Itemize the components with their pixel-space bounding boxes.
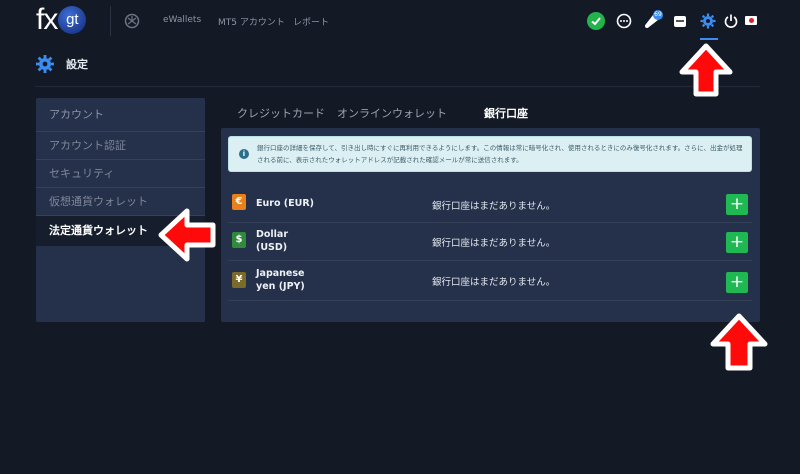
tab-online-wallet[interactable]: オンラインウォレット — [337, 105, 447, 121]
logo-fx-text: fx — [36, 3, 58, 36]
bank-account-status: 銀行口座はまだありません。 — [432, 201, 556, 212]
page-title-row: 設定 — [35, 54, 88, 74]
currency-row-jpy: ¥ Japanese yen (JPY) 銀行口座はまだありません。 + — [228, 261, 752, 301]
arrow-up-add-button-annotation — [710, 313, 768, 371]
currency-row-eur: € Euro (EUR) 銀行口座はまだありません。 + — [228, 183, 752, 223]
gear-icon[interactable] — [699, 12, 717, 30]
inbox-icon[interactable] — [671, 12, 689, 30]
tab-credit-card[interactable]: クレジットカード — [237, 105, 325, 121]
tab-bank-account[interactable]: 銀行口座 — [484, 105, 528, 121]
add-usd-bank-button[interactable]: + — [726, 232, 748, 253]
title-divider — [35, 86, 760, 87]
notification-badge: 69 — [653, 10, 663, 20]
currency-name: Dollar — [256, 229, 289, 240]
currency-row-usd: $ Dollar (USD) 銀行口座はまだありません。 + — [228, 221, 752, 261]
japan-flag-icon[interactable] — [745, 16, 757, 25]
fxgt-logo[interactable]: fx gt — [36, 3, 87, 36]
top-bar: fx gt eWallets MT5 アカウント レポート 69 — [0, 0, 800, 44]
arrow-left-fiat-wallet-annotation — [158, 208, 216, 262]
currency-code: yen (JPY) — [256, 281, 305, 292]
page-title: 設定 — [66, 58, 88, 71]
chat-icon[interactable] — [615, 12, 633, 30]
info-alert: i 銀行口座の詳細を保存して、引き出し時にすぐに再利用できるようにします。この情… — [228, 136, 752, 172]
sidebar-heading-account[interactable]: アカウント — [36, 98, 205, 132]
yen-icon: ¥ — [232, 272, 246, 288]
currency-name: Euro (EUR) — [256, 198, 314, 209]
add-eur-bank-button[interactable]: + — [726, 194, 748, 215]
verified-check-icon[interactable] — [587, 12, 605, 30]
bank-account-status: 銀行口座はまだありません。 — [432, 277, 556, 288]
sidebar-item-account-verification[interactable]: アカウント認証 — [36, 132, 205, 160]
euro-icon: € — [232, 194, 246, 210]
header-divider — [110, 6, 111, 36]
settings-gear-icon — [36, 55, 54, 73]
nav-report[interactable]: レポート — [293, 15, 329, 28]
nav-mt5-accounts[interactable]: MT5 アカウント — [218, 15, 285, 28]
arrow-up-settings-annotation — [679, 43, 733, 97]
bank-account-status: 銀行口座はまだありません。 — [432, 238, 556, 249]
nav-ewallets[interactable]: eWallets — [163, 15, 201, 25]
info-text: 銀行口座の詳細を保存して、引き出し時にすぐに再利用できるようにします。この情報は… — [257, 144, 743, 164]
dollar-icon: $ — [232, 232, 246, 248]
power-icon[interactable] — [722, 12, 740, 30]
sidebar-item-security[interactable]: セキュリティ — [36, 160, 205, 188]
dashboard-icon[interactable] — [124, 13, 140, 29]
info-icon: i — [239, 149, 249, 159]
currency-name: Japanese — [256, 268, 305, 279]
settings-active-indicator — [700, 38, 718, 40]
add-jpy-bank-button[interactable]: + — [726, 272, 748, 293]
logo-gt-badge: gt — [58, 6, 87, 34]
currency-code: (USD) — [256, 242, 288, 253]
